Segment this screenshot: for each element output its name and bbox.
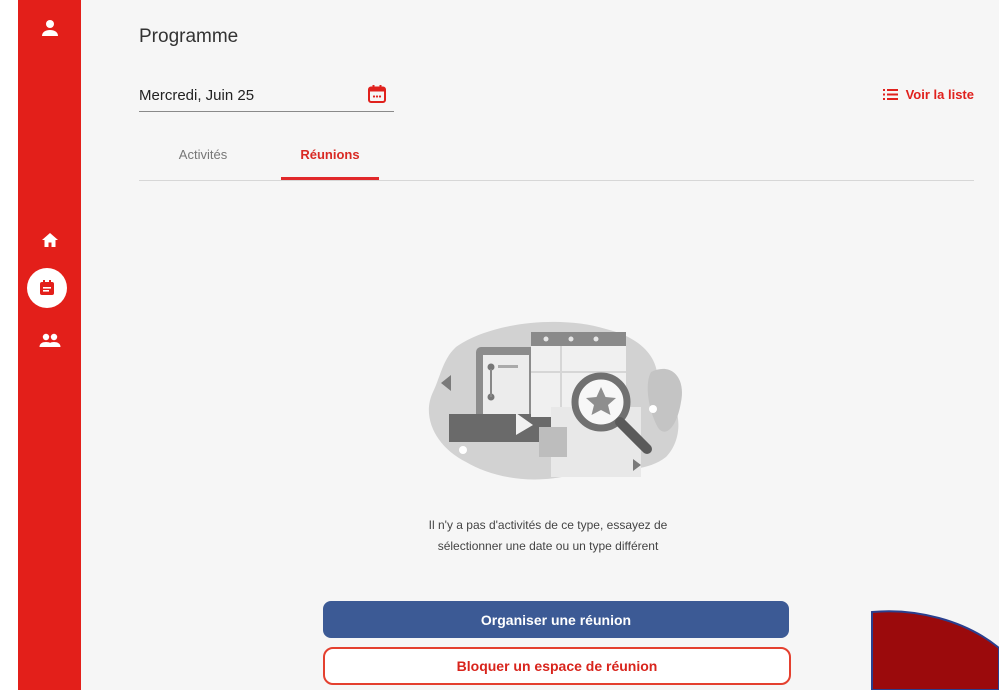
people-icon	[39, 333, 60, 347]
empty-state-message: Il n'y a pas d'activités de ce type, ess…	[323, 515, 773, 557]
sidebar-item-network[interactable]	[18, 322, 81, 358]
view-list-link[interactable]: Voir la liste	[882, 87, 974, 102]
sidebar-item-profile[interactable]	[18, 10, 81, 46]
home-icon	[41, 233, 58, 247]
block-meeting-space-button[interactable]: Bloquer un espace de réunion	[323, 647, 791, 685]
tab-bar: Activités Réunions	[139, 140, 974, 181]
sidebar-item-home[interactable]	[18, 222, 81, 258]
tab-activites[interactable]: Activités	[155, 140, 251, 180]
main-content: Programme Mercredi, Juin 25 Voir la list…	[81, 0, 999, 690]
empty-state-line-1: Il n'y a pas d'activités de ce type, ess…	[428, 518, 668, 532]
sidebar-item-programme[interactable]	[27, 268, 67, 308]
list-icon	[882, 89, 898, 100]
decorative-shape	[871, 610, 999, 690]
calendar-list-icon	[40, 280, 54, 295]
tab-reunions[interactable]: Réunions	[281, 140, 379, 180]
empty-search-illustration	[428, 321, 682, 480]
left-margin	[0, 0, 18, 690]
date-picker-field[interactable]: Mercredi, Juin 25	[139, 80, 394, 112]
calendar-icon[interactable]	[367, 84, 387, 104]
empty-state-line-2: sélectionner une date ou un type différe…	[437, 539, 659, 553]
sidebar	[18, 0, 81, 690]
organize-meeting-button[interactable]: Organiser une réunion	[323, 601, 789, 638]
user-icon	[41, 20, 58, 36]
date-value: Mercredi, Juin 25	[139, 87, 255, 104]
page-title: Programme	[139, 26, 239, 47]
view-list-label: Voir la liste	[905, 87, 974, 102]
